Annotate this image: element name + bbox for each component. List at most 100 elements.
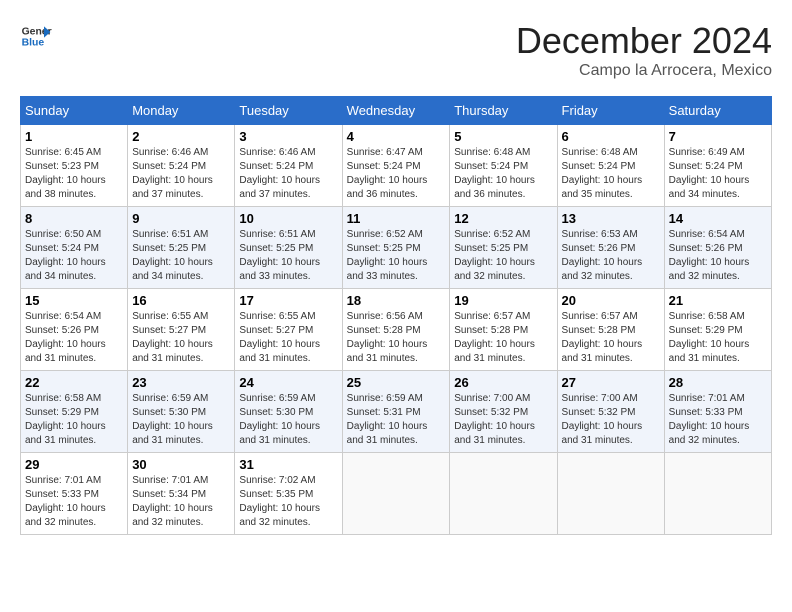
day-info: Sunrise: 6:46 AMSunset: 5:24 PMDaylight:… [239, 147, 320, 200]
day-info: Sunrise: 7:00 AMSunset: 5:32 PMDaylight:… [562, 393, 643, 446]
day-info: Sunrise: 6:56 AMSunset: 5:28 PMDaylight:… [347, 311, 428, 364]
day-number: 18 [347, 293, 446, 308]
title-block: December 2024 Campo la Arrocera, Mexico [516, 20, 772, 80]
day-number: 19 [454, 293, 552, 308]
day-info: Sunrise: 6:58 AMSunset: 5:29 PMDaylight:… [25, 393, 106, 446]
day-number: 24 [239, 375, 337, 390]
weekday-header-cell: Saturday [664, 97, 771, 125]
calendar-day-cell: 3 Sunrise: 6:46 AMSunset: 5:24 PMDayligh… [235, 125, 342, 207]
day-number: 31 [239, 457, 337, 472]
calendar-week-row: 22 Sunrise: 6:58 AMSunset: 5:29 PMDaylig… [21, 371, 772, 453]
calendar-day-cell: 4 Sunrise: 6:47 AMSunset: 5:24 PMDayligh… [342, 125, 450, 207]
day-info: Sunrise: 6:59 AMSunset: 5:31 PMDaylight:… [347, 393, 428, 446]
calendar-day-cell: 30 Sunrise: 7:01 AMSunset: 5:34 PMDaylig… [128, 453, 235, 535]
calendar-day-cell: 8 Sunrise: 6:50 AMSunset: 5:24 PMDayligh… [21, 207, 128, 289]
calendar-week-row: 8 Sunrise: 6:50 AMSunset: 5:24 PMDayligh… [21, 207, 772, 289]
logo: General Blue [20, 20, 52, 52]
day-number: 23 [132, 375, 230, 390]
page-header: General Blue December 2024 Campo la Arro… [20, 20, 772, 80]
calendar-day-cell: 6 Sunrise: 6:48 AMSunset: 5:24 PMDayligh… [557, 125, 664, 207]
day-number: 15 [25, 293, 123, 308]
day-info: Sunrise: 6:55 AMSunset: 5:27 PMDaylight:… [239, 311, 320, 364]
calendar-table: SundayMondayTuesdayWednesdayThursdayFrid… [20, 96, 772, 535]
calendar-day-cell: 20 Sunrise: 6:57 AMSunset: 5:28 PMDaylig… [557, 289, 664, 371]
calendar-day-cell: 12 Sunrise: 6:52 AMSunset: 5:25 PMDaylig… [450, 207, 557, 289]
day-number: 9 [132, 211, 230, 226]
day-number: 12 [454, 211, 552, 226]
calendar-day-cell: 27 Sunrise: 7:00 AMSunset: 5:32 PMDaylig… [557, 371, 664, 453]
day-info: Sunrise: 6:52 AMSunset: 5:25 PMDaylight:… [454, 229, 535, 282]
day-number: 4 [347, 129, 446, 144]
day-info: Sunrise: 6:45 AMSunset: 5:23 PMDaylight:… [25, 147, 106, 200]
calendar-day-cell: 18 Sunrise: 6:56 AMSunset: 5:28 PMDaylig… [342, 289, 450, 371]
day-info: Sunrise: 6:48 AMSunset: 5:24 PMDaylight:… [562, 147, 643, 200]
day-number: 3 [239, 129, 337, 144]
calendar-day-cell: 5 Sunrise: 6:48 AMSunset: 5:24 PMDayligh… [450, 125, 557, 207]
calendar-day-cell: 19 Sunrise: 6:57 AMSunset: 5:28 PMDaylig… [450, 289, 557, 371]
day-info: Sunrise: 6:59 AMSunset: 5:30 PMDaylight:… [132, 393, 213, 446]
calendar-day-cell: 31 Sunrise: 7:02 AMSunset: 5:35 PMDaylig… [235, 453, 342, 535]
calendar-day-cell: 29 Sunrise: 7:01 AMSunset: 5:33 PMDaylig… [21, 453, 128, 535]
weekday-header-row: SundayMondayTuesdayWednesdayThursdayFrid… [21, 97, 772, 125]
day-info: Sunrise: 7:01 AMSunset: 5:33 PMDaylight:… [25, 475, 106, 528]
day-number: 5 [454, 129, 552, 144]
day-info: Sunrise: 6:48 AMSunset: 5:24 PMDaylight:… [454, 147, 535, 200]
day-info: Sunrise: 7:02 AMSunset: 5:35 PMDaylight:… [239, 475, 320, 528]
calendar-day-cell: 11 Sunrise: 6:52 AMSunset: 5:25 PMDaylig… [342, 207, 450, 289]
calendar-day-cell: 1 Sunrise: 6:45 AMSunset: 5:23 PMDayligh… [21, 125, 128, 207]
day-info: Sunrise: 6:47 AMSunset: 5:24 PMDaylight:… [347, 147, 428, 200]
calendar-day-cell: 28 Sunrise: 7:01 AMSunset: 5:33 PMDaylig… [664, 371, 771, 453]
day-number: 29 [25, 457, 123, 472]
svg-text:Blue: Blue [22, 38, 45, 49]
weekday-header-cell: Friday [557, 97, 664, 125]
day-number: 28 [669, 375, 767, 390]
calendar-day-cell: 14 Sunrise: 6:54 AMSunset: 5:26 PMDaylig… [664, 207, 771, 289]
day-number: 14 [669, 211, 767, 226]
day-number: 6 [562, 129, 660, 144]
calendar-day-cell: 26 Sunrise: 7:00 AMSunset: 5:32 PMDaylig… [450, 371, 557, 453]
day-number: 27 [562, 375, 660, 390]
calendar-day-cell: 25 Sunrise: 6:59 AMSunset: 5:31 PMDaylig… [342, 371, 450, 453]
day-info: Sunrise: 6:59 AMSunset: 5:30 PMDaylight:… [239, 393, 320, 446]
day-info: Sunrise: 6:50 AMSunset: 5:24 PMDaylight:… [25, 229, 106, 282]
calendar-day-cell [557, 453, 664, 535]
calendar-week-row: 15 Sunrise: 6:54 AMSunset: 5:26 PMDaylig… [21, 289, 772, 371]
day-info: Sunrise: 7:01 AMSunset: 5:33 PMDaylight:… [669, 393, 750, 446]
calendar-day-cell: 2 Sunrise: 6:46 AMSunset: 5:24 PMDayligh… [128, 125, 235, 207]
weekday-header-cell: Wednesday [342, 97, 450, 125]
day-info: Sunrise: 7:01 AMSunset: 5:34 PMDaylight:… [132, 475, 213, 528]
calendar-day-cell [450, 453, 557, 535]
day-number: 11 [347, 211, 446, 226]
day-info: Sunrise: 6:52 AMSunset: 5:25 PMDaylight:… [347, 229, 428, 282]
calendar-day-cell: 13 Sunrise: 6:53 AMSunset: 5:26 PMDaylig… [557, 207, 664, 289]
day-number: 16 [132, 293, 230, 308]
calendar-week-row: 1 Sunrise: 6:45 AMSunset: 5:23 PMDayligh… [21, 125, 772, 207]
weekday-header-cell: Tuesday [235, 97, 342, 125]
calendar-day-cell: 10 Sunrise: 6:51 AMSunset: 5:25 PMDaylig… [235, 207, 342, 289]
calendar-day-cell: 16 Sunrise: 6:55 AMSunset: 5:27 PMDaylig… [128, 289, 235, 371]
calendar-day-cell: 24 Sunrise: 6:59 AMSunset: 5:30 PMDaylig… [235, 371, 342, 453]
day-number: 21 [669, 293, 767, 308]
weekday-header-cell: Monday [128, 97, 235, 125]
day-number: 8 [25, 211, 123, 226]
day-number: 25 [347, 375, 446, 390]
weekday-header-cell: Thursday [450, 97, 557, 125]
day-info: Sunrise: 6:57 AMSunset: 5:28 PMDaylight:… [562, 311, 643, 364]
logo-icon: General Blue [20, 20, 52, 52]
calendar-day-cell: 17 Sunrise: 6:55 AMSunset: 5:27 PMDaylig… [235, 289, 342, 371]
location-title: Campo la Arrocera, Mexico [516, 62, 772, 80]
calendar-day-cell: 15 Sunrise: 6:54 AMSunset: 5:26 PMDaylig… [21, 289, 128, 371]
day-info: Sunrise: 6:54 AMSunset: 5:26 PMDaylight:… [25, 311, 106, 364]
weekday-header-cell: Sunday [21, 97, 128, 125]
calendar-day-cell: 23 Sunrise: 6:59 AMSunset: 5:30 PMDaylig… [128, 371, 235, 453]
calendar-day-cell: 7 Sunrise: 6:49 AMSunset: 5:24 PMDayligh… [664, 125, 771, 207]
day-info: Sunrise: 6:51 AMSunset: 5:25 PMDaylight:… [132, 229, 213, 282]
day-info: Sunrise: 6:53 AMSunset: 5:26 PMDaylight:… [562, 229, 643, 282]
day-number: 22 [25, 375, 123, 390]
day-number: 26 [454, 375, 552, 390]
calendar-day-cell: 22 Sunrise: 6:58 AMSunset: 5:29 PMDaylig… [21, 371, 128, 453]
calendar-day-cell: 9 Sunrise: 6:51 AMSunset: 5:25 PMDayligh… [128, 207, 235, 289]
day-info: Sunrise: 6:55 AMSunset: 5:27 PMDaylight:… [132, 311, 213, 364]
day-number: 10 [239, 211, 337, 226]
month-title: December 2024 [516, 20, 772, 62]
